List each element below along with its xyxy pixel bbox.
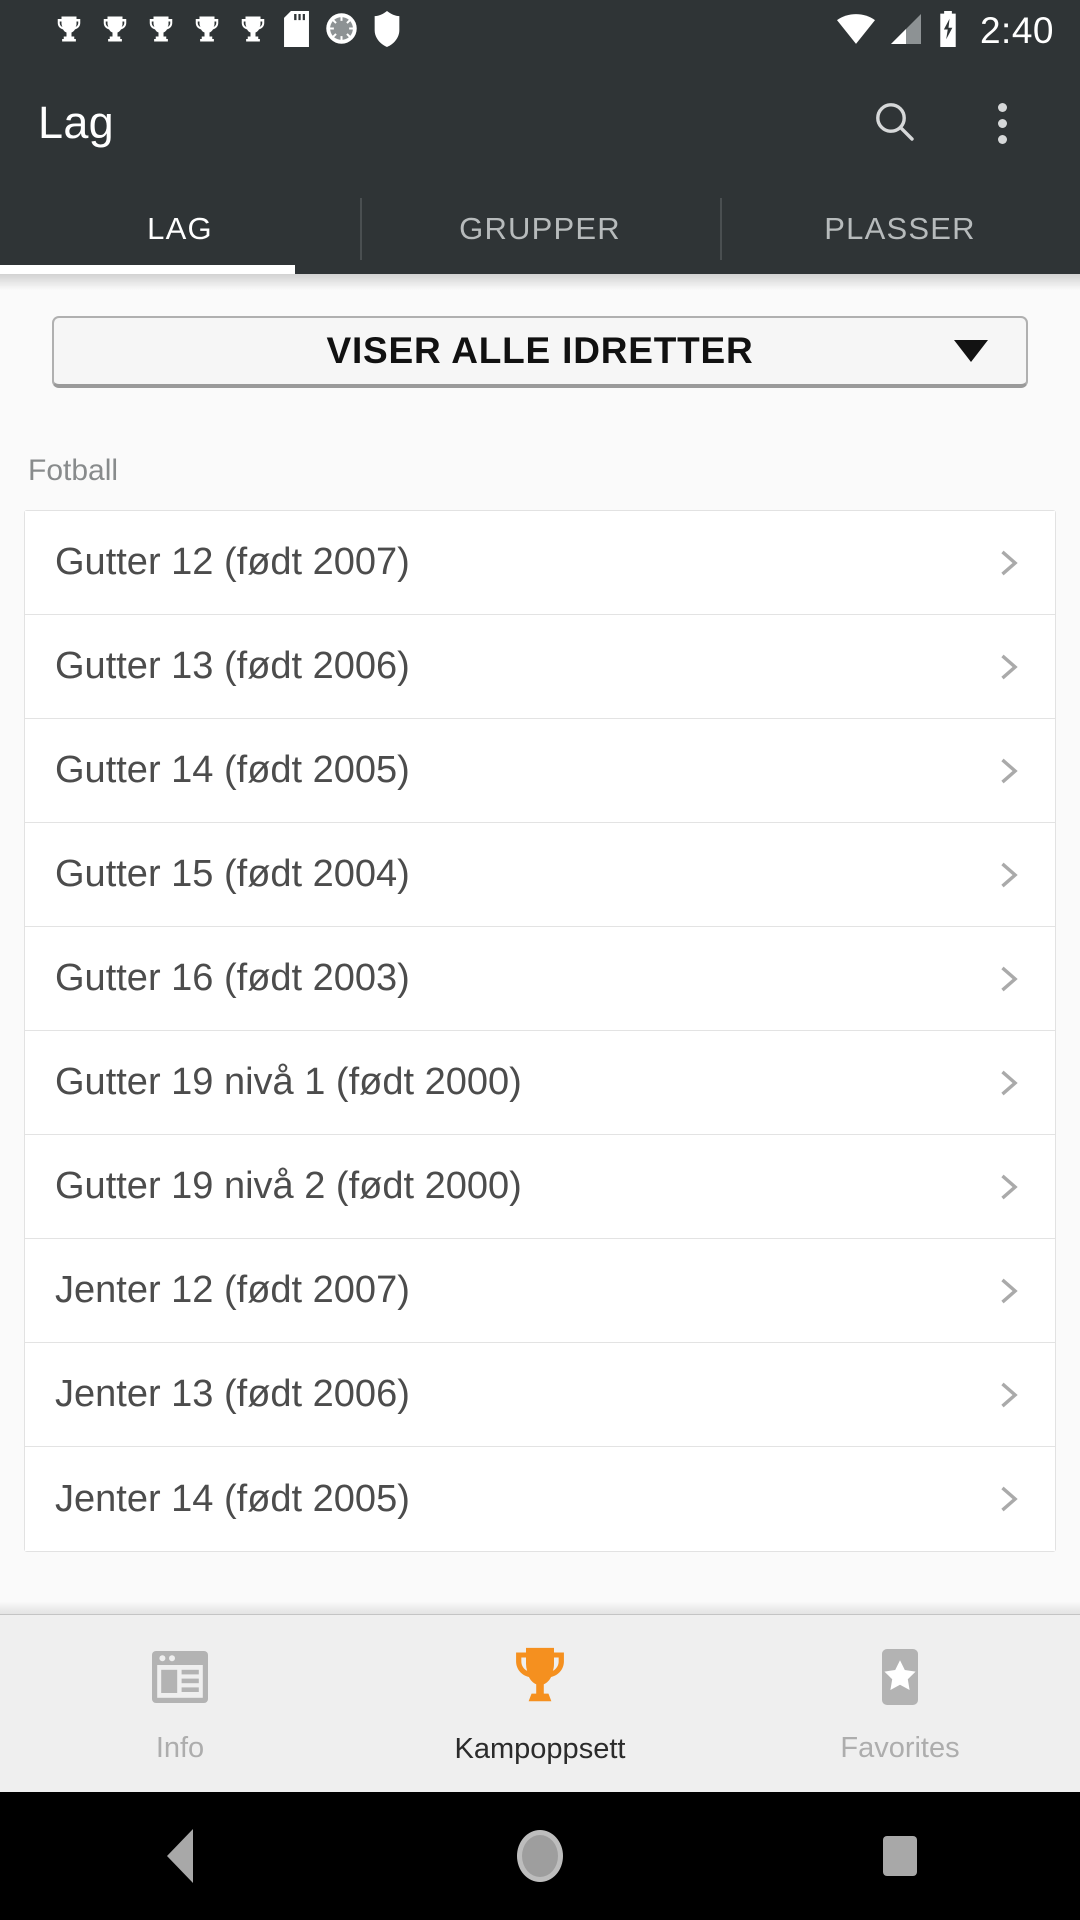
status-bar: 2:40 — [0, 0, 1080, 62]
list-item-label: Gutter 15 (født 2004) — [55, 853, 410, 895]
chevron-right-icon — [991, 754, 1025, 788]
overflow-menu-icon — [997, 102, 1007, 144]
bottom-nav-item-favorites[interactable]: Favorites — [720, 1643, 1080, 1765]
back-triangle-icon — [167, 1829, 193, 1883]
list-item[interactable]: Gutter 13 (født 2006) — [25, 615, 1055, 719]
chevron-right-icon — [991, 962, 1025, 996]
app-root: 2:40 Lag LAG GRUPPER PLASSER VISER ALLE … — [0, 0, 1080, 1920]
tab-active-indicator — [0, 265, 295, 274]
list-item-label: Gutter 19 nivå 1 (født 2000) — [55, 1061, 522, 1103]
tab-plasser[interactable]: PLASSER — [720, 184, 1080, 274]
chevron-right-icon — [991, 1274, 1025, 1308]
shield-icon — [374, 10, 400, 52]
chevron-right-icon — [991, 650, 1025, 684]
chevron-right-icon — [991, 1482, 1025, 1516]
chevron-right-icon — [991, 1170, 1025, 1204]
sport-filter-dropdown[interactable]: VISER ALLE IDRETTER — [52, 316, 1028, 388]
star-badge-icon — [866, 1643, 934, 1716]
chevron-right-icon — [991, 858, 1025, 892]
recents-square-icon — [883, 1836, 917, 1876]
battery-charging-icon — [937, 10, 959, 52]
trophy-icon — [146, 12, 176, 51]
bottom-nav-label: Kampoppsett — [454, 1732, 626, 1765]
recents-button[interactable] — [720, 1836, 1080, 1876]
list-item-label: Jenter 12 (født 2007) — [55, 1269, 410, 1311]
status-bar-clock: 2:40 — [979, 10, 1054, 51]
home-button[interactable] — [360, 1830, 720, 1882]
android-system-nav — [0, 1792, 1080, 1920]
list-item-label: Jenter 13 (født 2006) — [55, 1373, 410, 1415]
teams-list[interactable]: Gutter 12 (født 2007) Gutter 13 (født 20… — [0, 510, 1080, 1614]
content-area: VISER ALLE IDRETTER Fotball Gutter 12 (f… — [0, 274, 1080, 1614]
cellular-signal-icon — [888, 13, 924, 49]
back-button[interactable] — [0, 1829, 360, 1883]
teams-list-card: Gutter 12 (født 2007) Gutter 13 (født 20… — [24, 510, 1056, 1552]
list-item-label: Jenter 14 (født 2005) — [55, 1477, 410, 1520]
list-item-label: Gutter 19 nivå 2 (født 2000) — [55, 1165, 522, 1207]
list-item[interactable]: Gutter 14 (født 2005) — [25, 719, 1055, 823]
tab-grupper[interactable]: GRUPPER — [360, 184, 720, 274]
list-item-label: Gutter 14 (født 2005) — [55, 749, 410, 791]
tab-label: LAG — [147, 211, 213, 246]
sd-card-icon — [284, 10, 309, 52]
chevron-right-icon — [991, 546, 1025, 580]
tab-bar: LAG GRUPPER PLASSER — [0, 184, 1080, 274]
overflow-menu-button[interactable] — [974, 95, 1030, 151]
list-item[interactable]: Gutter 19 nivå 1 (født 2000) — [25, 1031, 1055, 1135]
tab-label: PLASSER — [824, 211, 976, 246]
bottom-nav-label: Info — [155, 1731, 205, 1764]
section-header-fotball: Fotball — [28, 454, 119, 487]
bottom-nav-item-info[interactable]: Info — [0, 1643, 360, 1765]
bottom-nav-item-kampoppsett[interactable]: Kampoppsett — [360, 1642, 720, 1766]
chevron-down-icon — [954, 340, 988, 362]
bottom-nav-label: Favorites — [840, 1731, 960, 1764]
list-item[interactable]: Jenter 13 (født 2006) — [25, 1343, 1055, 1447]
tab-label: GRUPPER — [459, 211, 621, 246]
sport-filter-container: VISER ALLE IDRETTER — [0, 274, 1080, 388]
trophy-icon — [505, 1642, 575, 1717]
trophy-icon — [100, 12, 130, 51]
page-title: Lag — [38, 97, 114, 148]
app-bar: Lag — [0, 62, 1080, 184]
list-item[interactable]: Gutter 19 nivå 2 (født 2000) — [25, 1135, 1055, 1239]
news-article-icon — [146, 1643, 214, 1716]
sync-circle-icon — [325, 12, 358, 50]
status-bar-system-icons: 2:40 — [836, 10, 1054, 52]
list-item-label: Gutter 12 (født 2007) — [55, 541, 410, 583]
search-icon — [870, 97, 918, 150]
list-item-label: Gutter 16 (født 2003) — [55, 957, 410, 999]
wifi-icon — [836, 13, 875, 49]
tab-lag[interactable]: LAG — [0, 184, 360, 274]
status-bar-notification-icons — [54, 10, 400, 52]
list-item[interactable]: Gutter 15 (født 2004) — [25, 823, 1055, 927]
sport-filter-label: VISER ALLE IDRETTER — [326, 330, 754, 371]
list-item[interactable]: Jenter 12 (født 2007) — [25, 1239, 1055, 1343]
list-item[interactable]: Gutter 16 (født 2003) — [25, 927, 1055, 1031]
trophy-icon — [238, 12, 268, 51]
chevron-right-icon — [991, 1378, 1025, 1412]
trophy-icon — [192, 12, 222, 51]
trophy-icon — [54, 12, 84, 51]
list-item[interactable]: Gutter 12 (født 2007) — [25, 511, 1055, 615]
bottom-navigation: Info Kampoppsett Favorites — [0, 1601, 1080, 1792]
list-item[interactable]: Jenter 14 (født 2005) — [25, 1447, 1055, 1551]
home-circle-icon — [517, 1830, 563, 1882]
list-item-label: Gutter 13 (født 2006) — [55, 645, 410, 687]
chevron-right-icon — [991, 1066, 1025, 1100]
app-bar-actions — [866, 95, 1044, 151]
search-button[interactable] — [866, 95, 922, 151]
